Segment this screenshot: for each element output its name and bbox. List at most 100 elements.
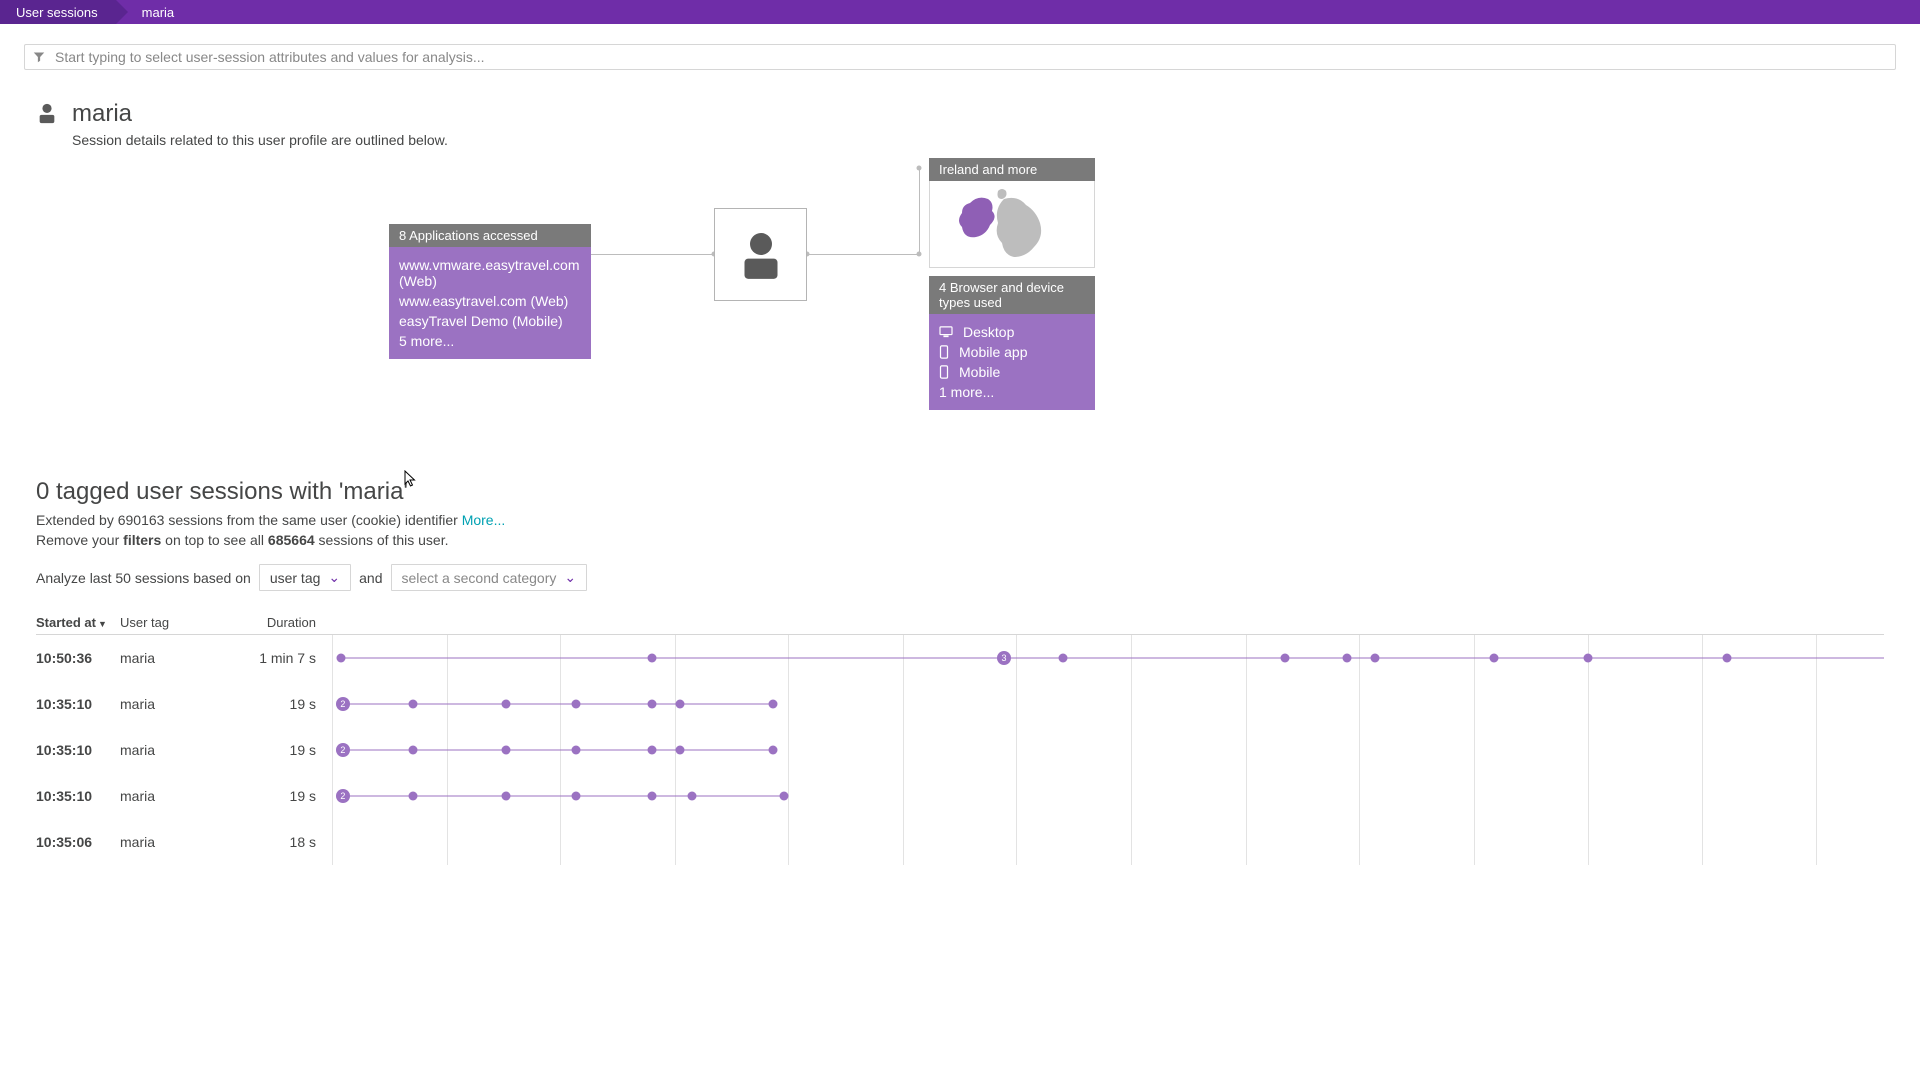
timeline-event-badge[interactable]: 3: [997, 651, 1011, 665]
timeline-event-badge[interactable]: 2: [336, 789, 350, 803]
timeline-event-dot[interactable]: [1280, 654, 1289, 663]
devices-card[interactable]: 4 Browser and device types used Desktop …: [929, 276, 1095, 410]
connector-right: [807, 254, 919, 255]
connector-apps: [591, 254, 714, 255]
device-label: Desktop: [963, 324, 1014, 340]
timeline[interactable]: 2: [332, 681, 1884, 727]
timeline-event-dot[interactable]: [688, 792, 697, 801]
cell-duration: 19 s: [252, 788, 316, 804]
timeline-event-dot[interactable]: [1370, 654, 1379, 663]
sessions-remove-line: Remove your filters on top to see all 68…: [36, 532, 1884, 548]
profile-header: maria Session details related to this us…: [36, 100, 1884, 148]
timeline-event-dot[interactable]: [1343, 654, 1352, 663]
timeline-event-dot[interactable]: [647, 746, 656, 755]
profile-subtitle: Session details related to this user pro…: [72, 132, 448, 148]
table-row[interactable]: 10:35:10maria19 s 2: [36, 681, 1884, 727]
timeline-event-badge[interactable]: 2: [336, 743, 350, 757]
col-started[interactable]: Started at▼: [36, 615, 120, 630]
sessions-table: Started at▼ User tag Duration 10:50:36ma…: [36, 615, 1884, 865]
timeline-event-dot[interactable]: [647, 654, 656, 663]
col-usertag[interactable]: User tag: [120, 615, 252, 630]
geography-card-title: Ireland and more: [929, 158, 1095, 181]
timeline-event-dot[interactable]: [337, 654, 346, 663]
cell-duration: 19 s: [252, 696, 316, 712]
breadcrumb-root[interactable]: User sessions: [0, 0, 116, 24]
timeline-header: [332, 616, 1884, 630]
timeline-event-dot[interactable]: [408, 792, 417, 801]
timeline-event-dot[interactable]: [408, 746, 417, 755]
timeline-event-badge[interactable]: 2: [336, 697, 350, 711]
devices-more[interactable]: 1 more...: [939, 382, 1085, 402]
cell-usertag: maria: [120, 696, 252, 712]
applications-card-title: 8 Applications accessed: [389, 224, 591, 247]
table-row[interactable]: 10:35:10maria19 s2: [36, 773, 1884, 819]
applications-card[interactable]: 8 Applications accessed www.vmware.easyt…: [389, 224, 591, 359]
timeline[interactable]: [332, 819, 1884, 865]
cell-started: 10:35:10: [36, 696, 120, 712]
timeline-event-dot[interactable]: [675, 746, 684, 755]
cell-duration: 19 s: [252, 742, 316, 758]
select-placeholder: select a second category: [402, 570, 557, 586]
timeline-event-dot[interactable]: [779, 792, 788, 801]
timeline-event-dot[interactable]: [647, 792, 656, 801]
applications-more[interactable]: 5 more...: [399, 331, 581, 351]
table-row[interactable]: 10:35:10maria19 s2: [36, 727, 1884, 773]
sort-desc-icon: ▼: [98, 619, 107, 629]
user-node[interactable]: [714, 208, 807, 301]
select-value: user tag: [270, 570, 321, 586]
sessions-more-link[interactable]: More...: [462, 512, 506, 528]
sessions-heading: 0 tagged user sessions with 'maria': [36, 478, 1884, 506]
devices-card-title: 4 Browser and device types used: [929, 276, 1095, 314]
sessions-extended-line: Extended by 690163 sessions from the sam…: [36, 512, 1884, 528]
timeline-event-dot[interactable]: [768, 700, 777, 709]
timeline[interactable]: 2: [332, 727, 1884, 773]
timeline-event-dot[interactable]: [571, 700, 580, 709]
filter-bar[interactable]: [24, 44, 1896, 70]
table-row[interactable]: 10:50:36maria1 min 7 s3: [36, 635, 1884, 681]
device-item[interactable]: Mobile app: [939, 342, 1085, 362]
filter-input[interactable]: [53, 48, 1887, 66]
col-duration[interactable]: Duration: [252, 615, 316, 630]
application-item[interactable]: www.vmware.easytravel.com (Web): [399, 255, 581, 291]
timeline-event-dot[interactable]: [571, 792, 580, 801]
breadcrumb: User sessions maria: [0, 0, 1920, 24]
breadcrumb-current-label: maria: [142, 5, 175, 20]
geography-card[interactable]: Ireland and more: [929, 158, 1095, 268]
profile-name: maria: [72, 100, 448, 128]
analyze-select-secondary[interactable]: select a second category ⌄: [391, 564, 588, 591]
timeline-event-dot[interactable]: [675, 700, 684, 709]
table-row[interactable]: 10:35:06maria18 s: [36, 819, 1884, 865]
mobile-icon: [939, 345, 949, 359]
analyze-label: Analyze last 50 sessions based on: [36, 570, 251, 586]
timeline[interactable]: 3: [332, 635, 1884, 681]
timeline-event-dot[interactable]: [768, 746, 777, 755]
user-diagram: 8 Applications accessed www.vmware.easyt…: [36, 158, 1884, 438]
timeline-event-dot[interactable]: [1583, 654, 1592, 663]
device-item[interactable]: Mobile: [939, 362, 1085, 382]
timeline-event-dot[interactable]: [501, 746, 510, 755]
geography-map: [929, 181, 1095, 268]
timeline-event-dot[interactable]: [1058, 654, 1067, 663]
timeline[interactable]: 2: [332, 773, 1884, 819]
chevron-down-icon: ⌄: [564, 569, 576, 586]
timeline-event-dot[interactable]: [501, 700, 510, 709]
analyze-and: and: [359, 570, 382, 586]
timeline-event-dot[interactable]: [1490, 654, 1499, 663]
timeline-event-dot[interactable]: [1723, 654, 1732, 663]
analyze-select-primary[interactable]: user tag ⌄: [259, 564, 351, 591]
analyze-controls: Analyze last 50 sessions based on user t…: [36, 564, 1884, 591]
application-item[interactable]: easyTravel Demo (Mobile): [399, 311, 581, 331]
timeline-event-dot[interactable]: [501, 792, 510, 801]
device-item[interactable]: Desktop: [939, 322, 1085, 342]
device-label: Mobile: [959, 364, 1000, 380]
mobile-icon: [939, 365, 949, 379]
table-header: Started at▼ User tag Duration: [36, 615, 1884, 635]
application-item[interactable]: www.easytravel.com (Web): [399, 291, 581, 311]
timeline-event-dot[interactable]: [647, 700, 656, 709]
endpoint-icon: [917, 252, 922, 257]
cell-usertag: maria: [120, 788, 252, 804]
timeline-line: [341, 658, 1884, 659]
timeline-event-dot[interactable]: [408, 700, 417, 709]
breadcrumb-root-label: User sessions: [16, 5, 98, 20]
timeline-event-dot[interactable]: [571, 746, 580, 755]
